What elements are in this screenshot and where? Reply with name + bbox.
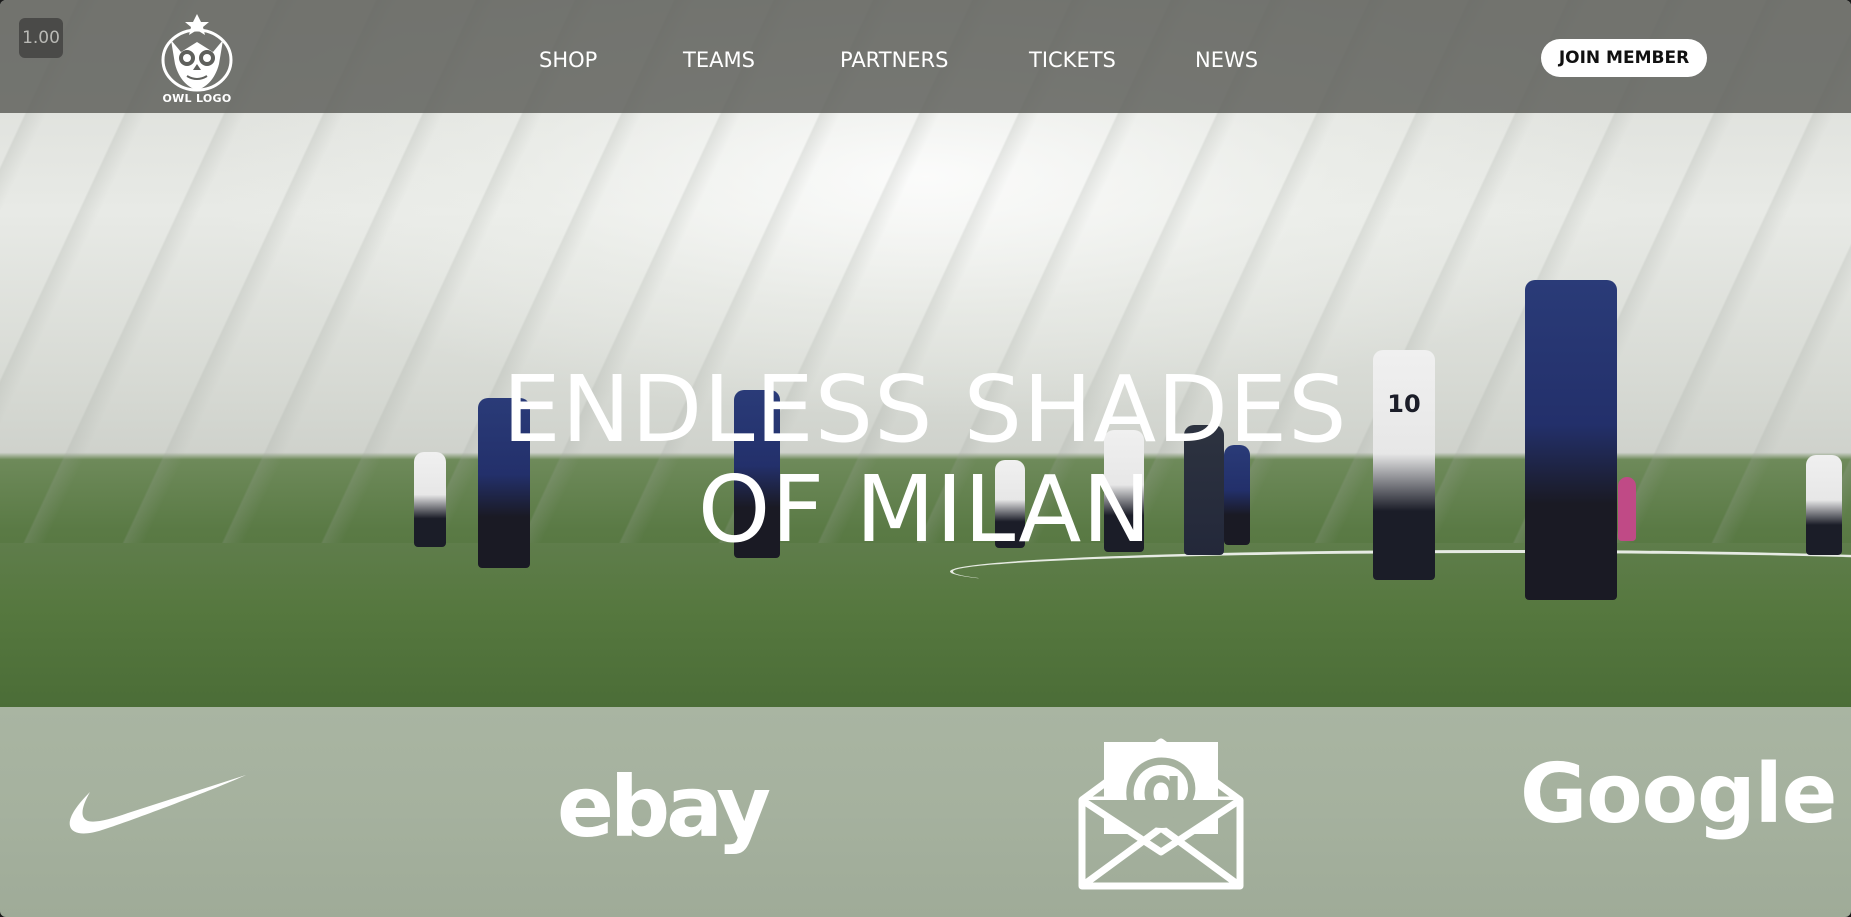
headline-line-1: ENDLESS SHADES <box>502 356 1348 463</box>
owl-logo[interactable]: OWL LOGO <box>157 12 237 107</box>
player <box>1618 477 1636 541</box>
google-logo[interactable]: Google <box>1520 745 1837 845</box>
headline-line-2: OF MILAN <box>697 456 1153 563</box>
ebay-logo[interactable]: ebay <box>557 757 771 857</box>
nav-news[interactable]: NEWS <box>1195 45 1258 75</box>
envelope-at-icon[interactable]: @ <box>1078 724 1244 890</box>
nav-shop[interactable]: SHOP <box>539 45 597 75</box>
hero-headline: ENDLESS SHADES OF MILAN <box>425 360 1425 560</box>
player <box>1525 280 1617 600</box>
logo-text: OWL LOGO <box>162 92 232 105</box>
nav-teams[interactable]: TEAMS <box>683 45 755 75</box>
nav-partners[interactable]: PARTNERS <box>840 45 948 75</box>
owl-icon <box>161 14 233 92</box>
join-member-button[interactable]: JOIN MEMBER <box>1541 39 1707 77</box>
page: 10 ENDLESS SHADES OF MILAN 1.00 OWL LOGO <box>0 0 1851 917</box>
top-nav-bar: 1.00 OWL LOGO SHOP TEAMS PARTNERS TICKET… <box>0 0 1851 113</box>
at-symbol: @ <box>1121 740 1201 833</box>
nav-tickets[interactable]: TICKETS <box>1029 45 1116 75</box>
player <box>1806 455 1842 555</box>
zoom-level-badge: 1.00 <box>19 18 63 58</box>
nike-swoosh-icon[interactable] <box>68 770 248 840</box>
